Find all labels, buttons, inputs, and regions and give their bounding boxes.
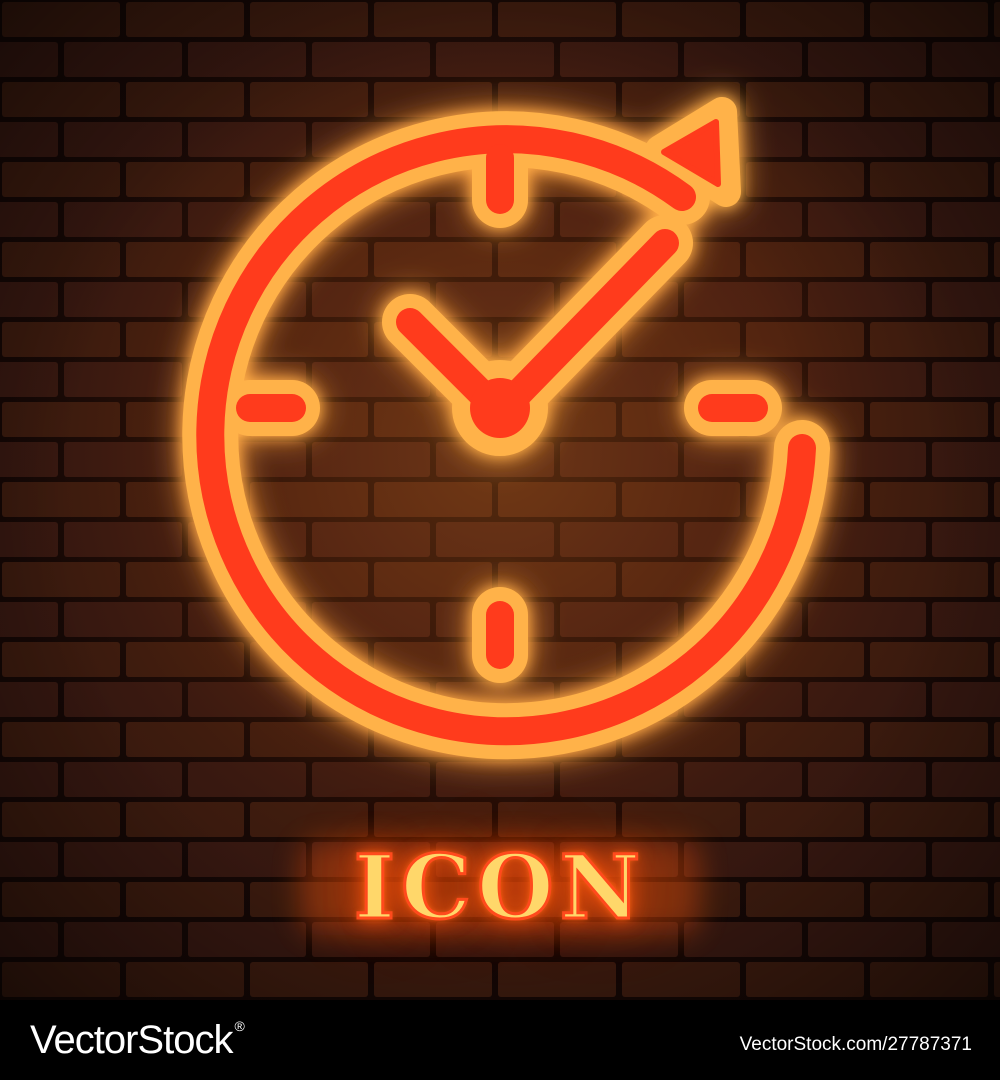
watermark-footer: VectorStock ® VectorStock.com/27787371: [0, 1000, 1000, 1080]
registered-mark: ®: [234, 1018, 244, 1034]
poster: ICON VectorStock ® VectorStock.com/277873…: [0, 0, 1000, 1080]
brand-name: VectorStock: [30, 1018, 233, 1062]
vectorstock-logo: VectorStock ®: [30, 1018, 245, 1063]
headline-text: ICON: [352, 834, 647, 941]
stock-id: VectorStock.com/27787371: [739, 1034, 972, 1055]
